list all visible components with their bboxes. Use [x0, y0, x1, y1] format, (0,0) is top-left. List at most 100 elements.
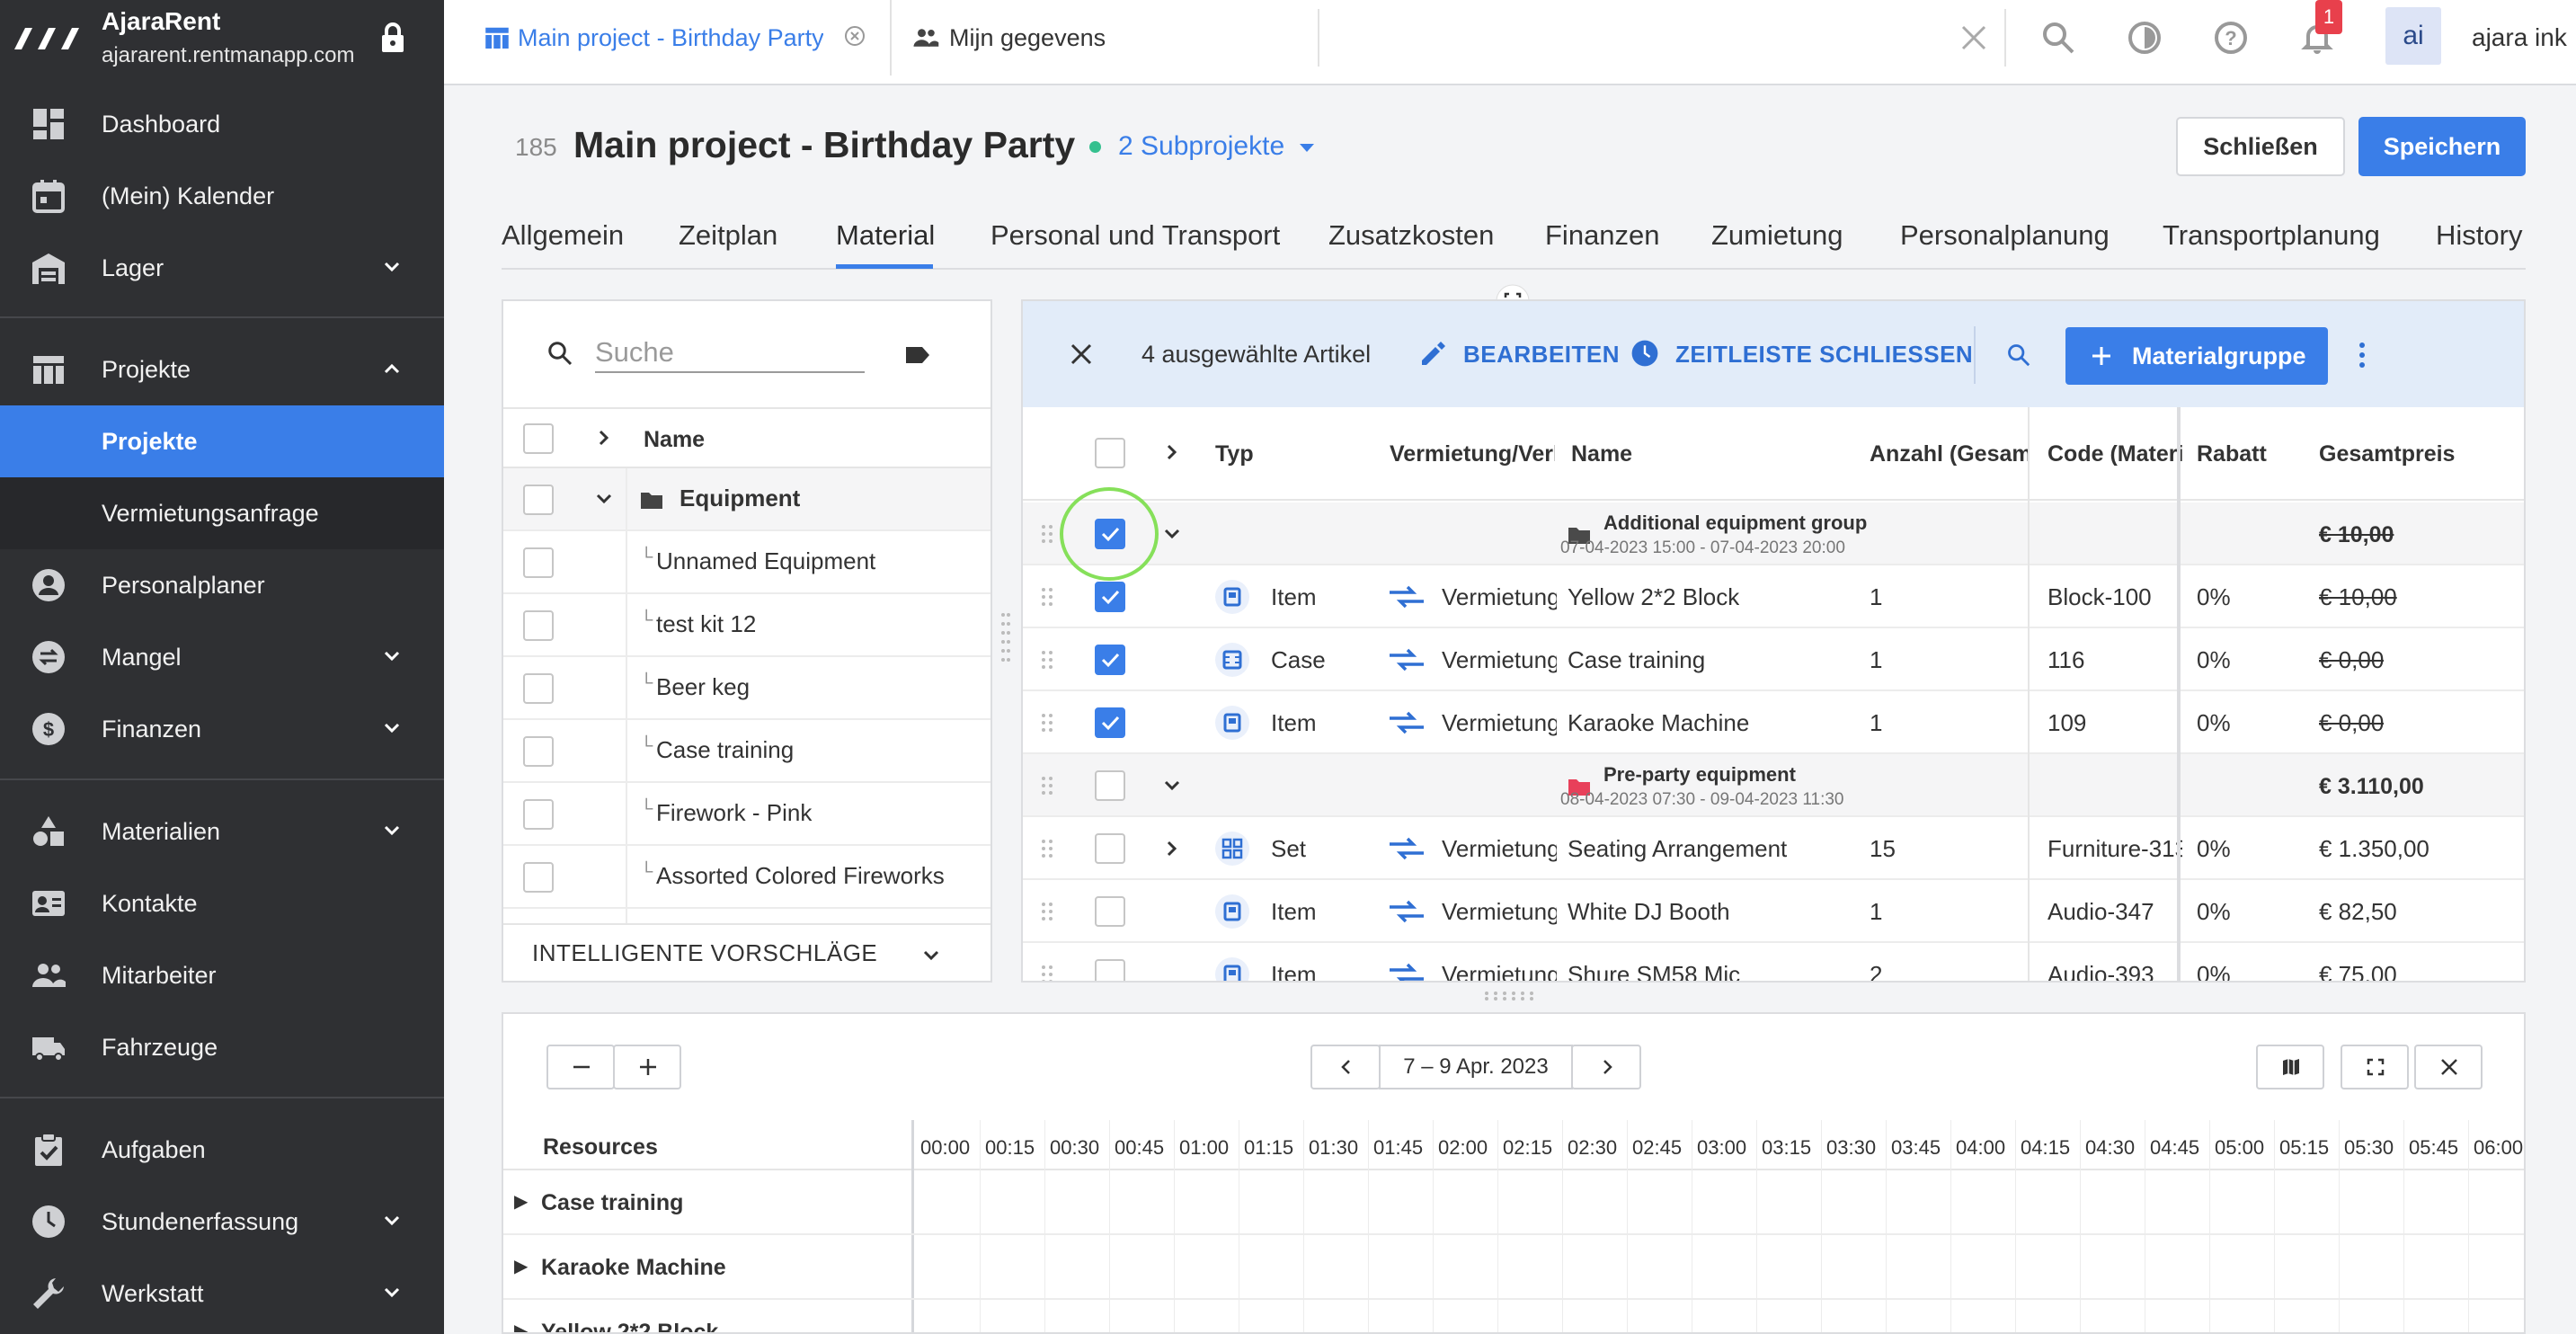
- caret-down-icon[interactable]: [1298, 142, 1316, 155]
- expand-triangle-icon[interactable]: ▶: [514, 1320, 528, 1332]
- search-icon[interactable]: [2006, 342, 2031, 368]
- list-item[interactable]: └ Case training: [503, 720, 990, 783]
- row-discount[interactable]: 0%: [2197, 898, 2231, 926]
- sidebar-item-personalplaner[interactable]: Personalplaner: [0, 549, 444, 621]
- list-item[interactable]: └ Assorted Colored Fireworks: [503, 846, 990, 909]
- expand-button[interactable]: [2341, 1045, 2409, 1089]
- column-header-quantity[interactable]: Anzahl (Gesamt): [1870, 441, 2030, 467]
- close-timeline-x-button[interactable]: [2414, 1045, 2483, 1089]
- row-quantity[interactable]: 1: [1870, 646, 1882, 674]
- row-quantity[interactable]: 1: [1870, 898, 1882, 926]
- tab-personalplanung[interactable]: Personalplanung: [1900, 219, 2110, 252]
- theme-toggle-icon[interactable]: [2127, 20, 2163, 56]
- pencil-icon[interactable]: [1418, 341, 1445, 368]
- close-timeline-button[interactable]: ZEITLEISTE SCHLIESSEN: [1675, 341, 1973, 369]
- close-icon[interactable]: [1959, 23, 1988, 52]
- sidebar-item-fahrzeuge[interactable]: Fahrzeuge: [0, 1011, 444, 1083]
- search-input[interactable]: [595, 334, 865, 373]
- column-header-rental[interactable]: Vermietung/Verkauf: [1390, 441, 1555, 467]
- help-icon[interactable]: ?: [2213, 20, 2249, 56]
- open-tab-mijn-gegevens[interactable]: Mijn gegevens: [890, 0, 1312, 76]
- expand-triangle-icon[interactable]: ▶: [514, 1255, 528, 1277]
- row-checkbox[interactable]: [523, 610, 554, 641]
- tab-zumietung[interactable]: Zumietung: [1711, 219, 1843, 252]
- chevron-right-icon[interactable]: [1161, 838, 1183, 859]
- tab-zeitplan[interactable]: Zeitplan: [679, 219, 777, 252]
- sidebar-item-kontakte[interactable]: Kontakte: [0, 867, 444, 939]
- chevron-right-icon[interactable]: [593, 427, 615, 449]
- add-material-group-button[interactable]: Materialgruppe: [2065, 327, 2328, 385]
- table-row[interactable]: Item Vermietung Shure SM58 Mic 2 Audio-3…: [1023, 943, 2524, 981]
- save-button[interactable]: Speichern: [2358, 117, 2526, 176]
- column-header-name[interactable]: Name: [1571, 441, 1715, 467]
- chevron-down-icon[interactable]: [593, 488, 615, 510]
- row-quantity[interactable]: 15: [1870, 835, 1896, 863]
- sidebar-subitem-vermietungsanfrage[interactable]: Vermietungsanfrage: [0, 477, 444, 549]
- table-row[interactable]: Item Vermietung Karaoke Machine 1 109 0%…: [1023, 691, 2524, 754]
- tab-finanzen[interactable]: Finanzen: [1545, 219, 1660, 252]
- row-checkbox[interactable]: [523, 799, 554, 830]
- tab-allgemein[interactable]: Allgemein: [502, 219, 624, 252]
- tab-zusatzkosten[interactable]: Zusatzkosten: [1328, 219, 1494, 252]
- sidebar-item-lager[interactable]: Lager: [0, 232, 444, 304]
- expand-triangle-icon[interactable]: ▶: [514, 1190, 528, 1213]
- sidebar-item-dashboard[interactable]: Dashboard: [0, 88, 444, 160]
- close-icon[interactable]: [1070, 342, 1093, 366]
- row-discount[interactable]: 0%: [2197, 709, 2231, 737]
- column-header-total-price[interactable]: Gesamtpreis: [2319, 441, 2499, 467]
- sidebar-item-materialien[interactable]: Materialien: [0, 796, 444, 867]
- row-checkbox[interactable]: [1095, 582, 1125, 612]
- list-item[interactable]: └ Firework - Pink: [503, 783, 990, 846]
- date-range[interactable]: 7 – 9 Apr. 2023: [1379, 1045, 1573, 1089]
- drag-handle-icon[interactable]: [1041, 713, 1053, 733]
- row-discount[interactable]: 0%: [2197, 646, 2231, 674]
- drag-handle-icon[interactable]: [1041, 587, 1053, 607]
- chevron-right-icon[interactable]: [1161, 441, 1183, 463]
- table-row[interactable]: Item Vermietung White DJ Booth 1 Audio-3…: [1023, 880, 2524, 943]
- close-tab-icon[interactable]: [843, 24, 866, 48]
- lock-icon[interactable]: [378, 22, 408, 54]
- column-header-discount[interactable]: Rabatt: [2197, 441, 2278, 467]
- column-header-code[interactable]: Code (Material): [2047, 441, 2184, 467]
- row-checkbox[interactable]: [1095, 833, 1125, 864]
- row-checkbox[interactable]: [523, 547, 554, 578]
- row-checkbox[interactable]: [523, 862, 554, 893]
- row-quantity[interactable]: 1: [1870, 709, 1882, 737]
- select-all-checkbox[interactable]: [523, 423, 554, 454]
- row-checkbox[interactable]: [1095, 707, 1125, 738]
- zoom-out-button[interactable]: [546, 1045, 615, 1089]
- row-checkbox[interactable]: [523, 673, 554, 704]
- timeline-resource-row[interactable]: ▶ Yellow 2*2 Block: [503, 1300, 2524, 1332]
- column-header-name[interactable]: Name: [644, 427, 705, 453]
- list-item[interactable]: └ Unnamed Equipment: [503, 531, 990, 594]
- next-range-button[interactable]: [1571, 1045, 1641, 1089]
- row-checkbox[interactable]: [523, 736, 554, 767]
- sidebar-item-finanzen[interactable]: $ Finanzen: [0, 693, 444, 765]
- resize-handle-icon[interactable]: [999, 611, 1012, 669]
- edit-button[interactable]: BEARBEITEN: [1463, 341, 1620, 369]
- folder-row[interactable]: Equipment: [503, 468, 990, 531]
- timeline-resource-row[interactable]: ▶ Case training: [503, 1170, 2524, 1235]
- more-vertical-icon[interactable]: [2357, 341, 2367, 369]
- tab-material[interactable]: Material: [836, 219, 935, 252]
- sidebar-item-werkstatt[interactable]: Werkstatt: [0, 1258, 444, 1330]
- drag-handle-icon[interactable]: [1041, 839, 1053, 858]
- map-button[interactable]: [2256, 1045, 2324, 1089]
- previous-range-button[interactable]: [1310, 1045, 1381, 1089]
- row-discount[interactable]: 0%: [2197, 961, 2231, 981]
- row-checkbox[interactable]: [523, 485, 554, 515]
- clock-icon[interactable]: [1630, 339, 1659, 368]
- sidebar-subitem-projekte[interactable]: Projekte: [0, 405, 444, 477]
- row-checkbox[interactable]: [1095, 770, 1125, 801]
- table-row[interactable]: Item Vermietung Yellow 2*2 Block 1 Block…: [1023, 565, 2524, 628]
- zoom-in-button[interactable]: [613, 1045, 681, 1089]
- subprojects-link[interactable]: 2 Subprojekte: [1118, 131, 1284, 162]
- sidebar-item-projekte[interactable]: Projekte: [0, 334, 444, 405]
- tab-history[interactable]: History: [2436, 219, 2522, 252]
- row-checkbox[interactable]: [1095, 896, 1125, 927]
- table-row[interactable]: Set Vermietung Seating Arrangement 15 Fu…: [1023, 817, 2524, 880]
- sidebar-item-mangel[interactable]: Mangel: [0, 621, 444, 693]
- column-header-type[interactable]: Typ: [1215, 441, 1305, 467]
- sidebar-item-mitarbeiter[interactable]: Mitarbeiter: [0, 939, 444, 1011]
- group-row[interactable]: Additional equipment group 07-04-2023 15…: [1023, 502, 2524, 565]
